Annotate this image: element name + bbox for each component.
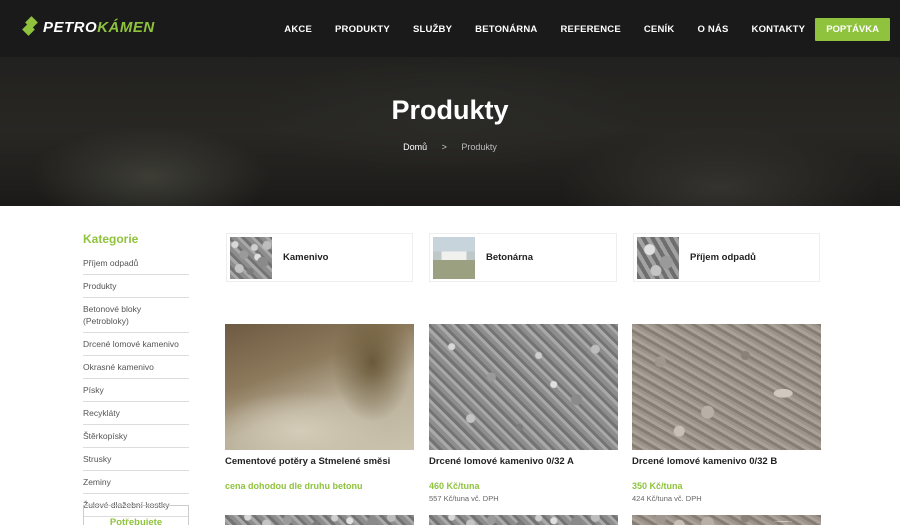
sidebar-item-recyklaty[interactable]: Recykláty (83, 402, 189, 425)
category-card-label: Kamenivo (283, 252, 329, 263)
logo-text: PETROKÁMEN (43, 18, 155, 36)
sidebar-item-zeminy[interactable]: Zeminy (83, 471, 189, 494)
page-title: Produkty (391, 95, 509, 125)
product-price: cena dohodou dle druhu betonu (225, 481, 363, 491)
product-image[interactable] (225, 324, 414, 450)
breadcrumb: Domů > Produkty (0, 142, 900, 152)
product-card-kamenivo-032a[interactable]: Drcené lomové kamenivo 0/32 A 460 Kč/tun… (429, 324, 618, 503)
product-price: 350 Kč/tuna (632, 481, 683, 491)
product-image-next-row[interactable] (225, 515, 414, 525)
sidebar-item-betonove-bloky[interactable]: Betonové bloky (Petrobloky) (83, 298, 189, 333)
sidebar-item-produkty[interactable]: Produkty (83, 275, 189, 298)
product-name[interactable]: Cementové potěry a Stmelené směsi (225, 456, 414, 467)
main-nav: AKCE PRODUKTY SLUŽBY BETONÁRNA REFERENCE… (261, 18, 890, 41)
sidebar-item-pisky[interactable]: Písky (83, 379, 189, 402)
product-image-next-row[interactable] (632, 515, 821, 525)
breadcrumb-separator: > (441, 142, 447, 152)
product-name[interactable]: Drcené lomové kamenivo 0/32 B (632, 456, 821, 467)
breadcrumb-home[interactable]: Domů (403, 142, 427, 152)
category-sidebar: Kategorie Příjem odpadů Produkty Betonov… (83, 232, 189, 517)
breadcrumb-current: Produkty (461, 142, 497, 152)
product-card-cementove-potery[interactable]: Cementové potěry a Stmelené směsi cena d… (225, 324, 414, 491)
product-price-vat: 424 Kč/tuna vč. DPH (632, 494, 702, 503)
product-name[interactable]: Drcené lomové kamenivo 0/32 A (429, 456, 618, 467)
category-card-prijem-odpadu[interactable]: Příjem odpadů (633, 233, 820, 282)
product-price-vat: 557 Kč/tuna vč. DPH (429, 494, 499, 503)
category-card-label: Betonárna (486, 252, 533, 263)
product-price: 460 Kč/tuna (429, 481, 480, 491)
nav-sluzby[interactable]: SLUŽBY (413, 24, 452, 35)
product-image-next-row[interactable] (429, 515, 618, 525)
nav-reference[interactable]: REFERENCE (560, 24, 620, 35)
sidebar-item-drcene-kamenivo[interactable]: Drcené lomové kamenivo (83, 333, 189, 356)
product-image[interactable] (632, 324, 821, 450)
sidebar-item-prijem-odpadu[interactable]: Příjem odpadů (83, 252, 189, 275)
logo[interactable]: PETROKÁMEN (22, 16, 155, 38)
sidebar-item-sterkopisky[interactable]: Štěrkopísky (83, 425, 189, 448)
product-image[interactable] (429, 324, 618, 450)
hero-banner: Produkty Domů > Produkty (0, 57, 900, 206)
nav-produkty[interactable]: PRODUKTY (335, 24, 390, 35)
sidebar-item-okrasne-kamenivo[interactable]: Okrasné kamenivo (83, 356, 189, 379)
sidebar-help-box[interactable]: Potřebujete (83, 505, 189, 525)
poptavka-button[interactable]: POPTÁVKA (815, 18, 890, 41)
category-card-kamenivo[interactable]: Kamenivo (226, 233, 413, 282)
waste-thumb-icon (637, 236, 679, 279)
nav-cenik[interactable]: CENÍK (644, 24, 675, 35)
nav-o-nas[interactable]: O NÁS (697, 24, 728, 35)
sidebar-item-strusky[interactable]: Strusky (83, 448, 189, 471)
nav-kontakty[interactable]: KONTAKTY (752, 24, 806, 35)
hero-overlay (0, 57, 900, 206)
sidebar-title: Kategorie (83, 232, 139, 246)
top-header: PETROKÁMEN AKCE PRODUKTY SLUŽBY BETONÁRN… (0, 0, 900, 57)
category-card-betonarna[interactable]: Betonárna (429, 233, 617, 282)
gravel-thumb-icon (230, 236, 272, 279)
concrete-plant-thumb-icon (433, 236, 475, 279)
nav-betonarna[interactable]: BETONÁRNA (475, 24, 537, 35)
nav-akce[interactable]: AKCE (284, 24, 312, 35)
logo-icon (22, 16, 40, 36)
category-card-label: Příjem odpadů (690, 252, 756, 263)
product-card-kamenivo-032b[interactable]: Drcené lomové kamenivo 0/32 B 350 Kč/tun… (632, 324, 821, 503)
